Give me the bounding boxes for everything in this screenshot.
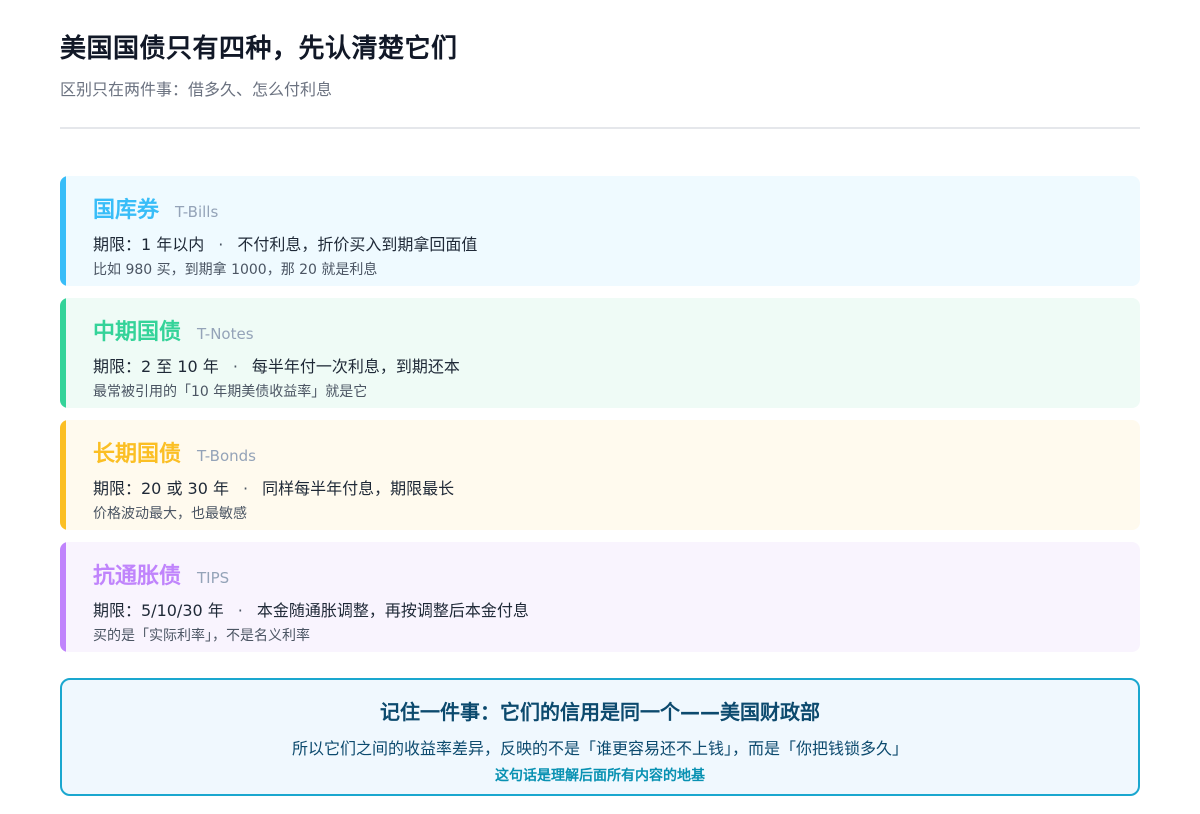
bond-card-tips: 抗通胀债 TIPS 期限：5/10/30 年 · 本金随通胀调整，再按调整后本金付息 …	[60, 542, 1140, 652]
bond-term: 期限：5/10/30 年	[93, 601, 224, 620]
accent-bar	[60, 420, 66, 530]
separator-dot: ·	[218, 235, 224, 254]
bond-english-name: T-Bills	[175, 203, 219, 221]
bond-note: 最常被引用的「10 年期美债收益率」就是它	[93, 384, 368, 400]
summary-box: 记住一件事：它们的信用是同一个——美国财政部 所以它们之间的收益率差异，反映的不…	[60, 678, 1140, 796]
separator-dot: ·	[242, 479, 249, 498]
bond-note: 价格波动最大，也最敏感	[93, 506, 247, 522]
bond-interest: 不付利息，折价买入到期拿回面值	[237, 235, 478, 254]
bond-name: 国库券	[93, 197, 160, 223]
divider	[60, 127, 1140, 129]
accent-bar	[60, 542, 66, 652]
accent-bar	[60, 298, 66, 408]
summary-footer: 这句话是理解后面所有内容的地基	[495, 768, 705, 784]
bond-card-tnotes: 中期国债 T-Notes 期限：2 至 10 年 · 每半年付一次利息，到期还本 最常…	[60, 298, 1140, 408]
bond-name: 长期国债	[93, 441, 182, 467]
page-subtitle: 区别只在两件事：借多久、怎么付利息	[60, 80, 333, 99]
separator-dot: ·	[232, 357, 238, 376]
bond-term: 期限：2 至 10 年	[93, 357, 219, 376]
bond-name: 中期国债	[93, 319, 182, 345]
bond-interest: 每半年付一次利息，到期还本	[251, 357, 460, 376]
bond-english-name: TIPS	[197, 569, 230, 587]
page-title: 美国国债只有四种，先认清楚它们	[60, 34, 458, 64]
bond-english-name: T-Notes	[197, 325, 254, 343]
summary-title: 记住一件事：它们的信用是同一个——美国财政部	[380, 700, 820, 724]
bond-interest: 本金随通胀调整，再按调整后本金付息	[256, 601, 529, 620]
bond-interest: 同样每半年付息，期限最长	[262, 479, 455, 498]
separator-dot: ·	[237, 601, 243, 620]
accent-bar	[60, 176, 66, 286]
summary-body: 所以它们之间的收益率差异，反映的不是「谁更容易还不上钱」，而是「你把钱锁多久」	[291, 739, 908, 758]
bond-card-tbonds: 长期国债 T-Bonds 期限：20 或 30 年 · 同样每半年付息，期限最长 价格…	[60, 420, 1140, 530]
bond-name: 抗通胀债	[93, 563, 182, 589]
bond-term: 期限：20 或 30 年	[93, 479, 229, 498]
bond-term: 期限：1 年以内	[93, 235, 205, 254]
bond-english-name: T-Bonds	[197, 447, 256, 465]
bond-note: 买的是「实际利率」，不是名义利率	[93, 628, 310, 644]
bond-note: 比如 980 买，到期拿 1000，那 20 就是利息	[93, 262, 378, 278]
bond-card-tbills: 国库券 T-Bills 期限：1 年以内 · 不付利息，折价买入到期拿回面值 比如 9…	[60, 176, 1140, 286]
